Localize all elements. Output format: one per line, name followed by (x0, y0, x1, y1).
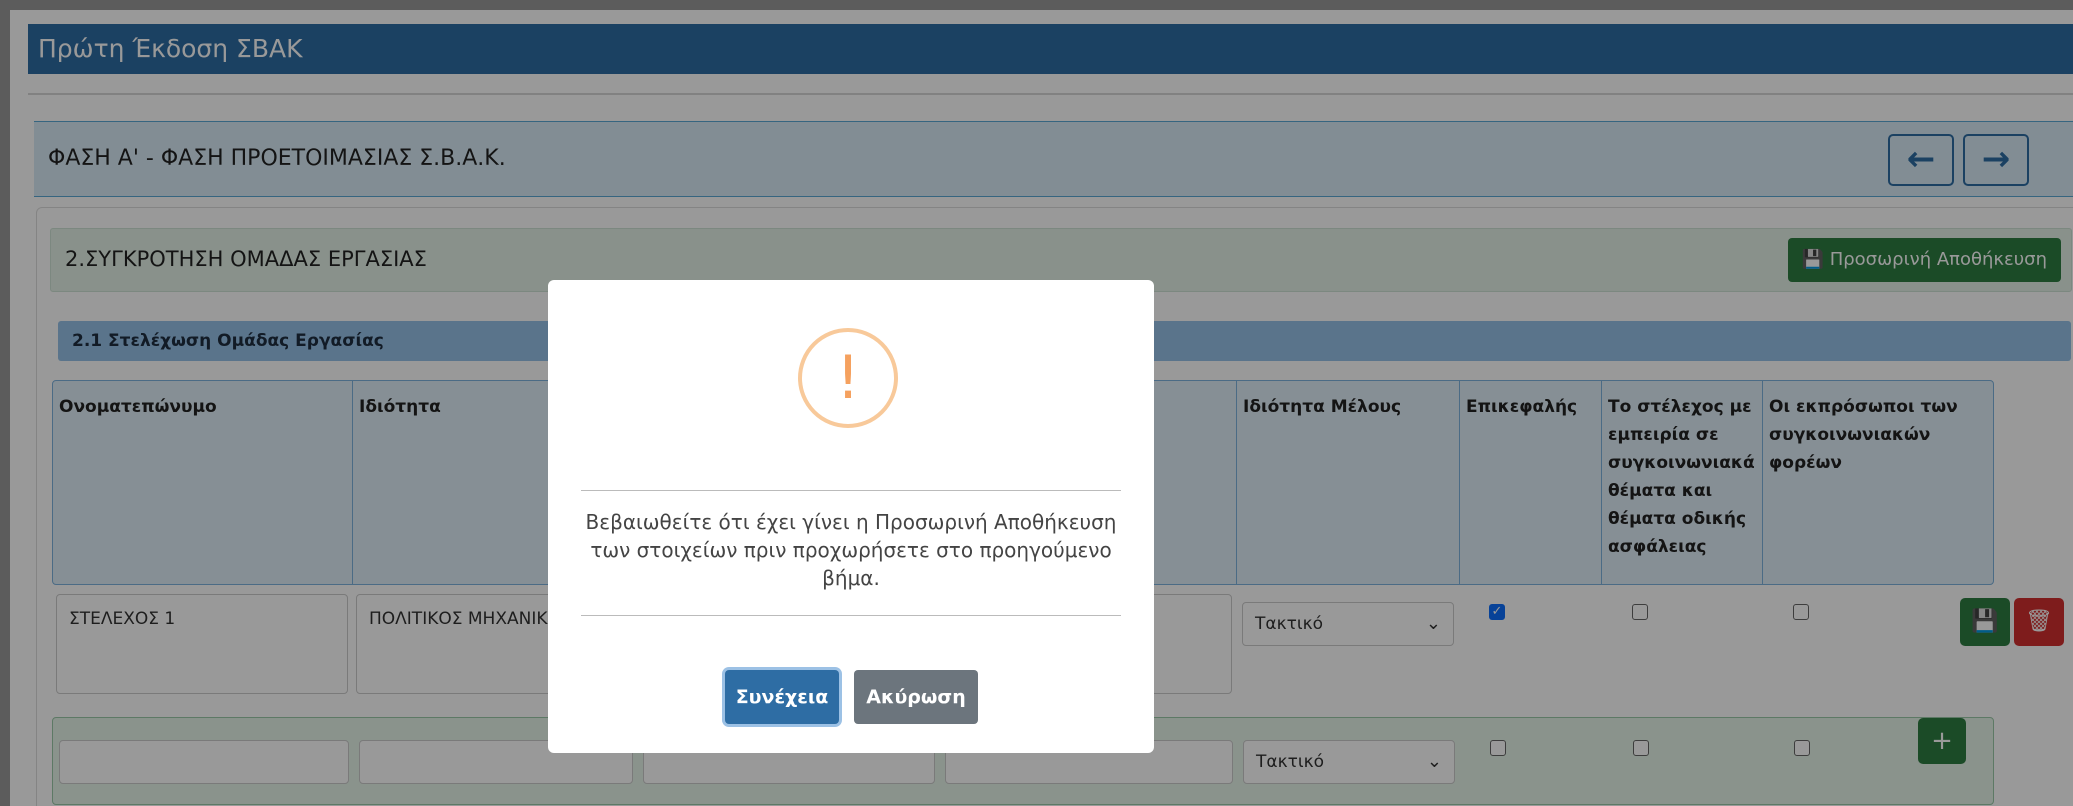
cancel-button[interactable]: Ακύρωση (854, 670, 978, 724)
dialog-message: Βεβαιωθείτε ότι έχει γίνει η Προσωρινή Α… (585, 510, 1117, 590)
dialog-divider-bottom (581, 615, 1121, 616)
continue-button[interactable]: Συνέχεια (725, 670, 839, 724)
confirm-dialog: ! Βεβαιωθείτε ότι έχει γίνει η Προσωρινή… (548, 280, 1154, 753)
dialog-divider-top (581, 490, 1121, 491)
warning-icon: ! (798, 328, 898, 428)
